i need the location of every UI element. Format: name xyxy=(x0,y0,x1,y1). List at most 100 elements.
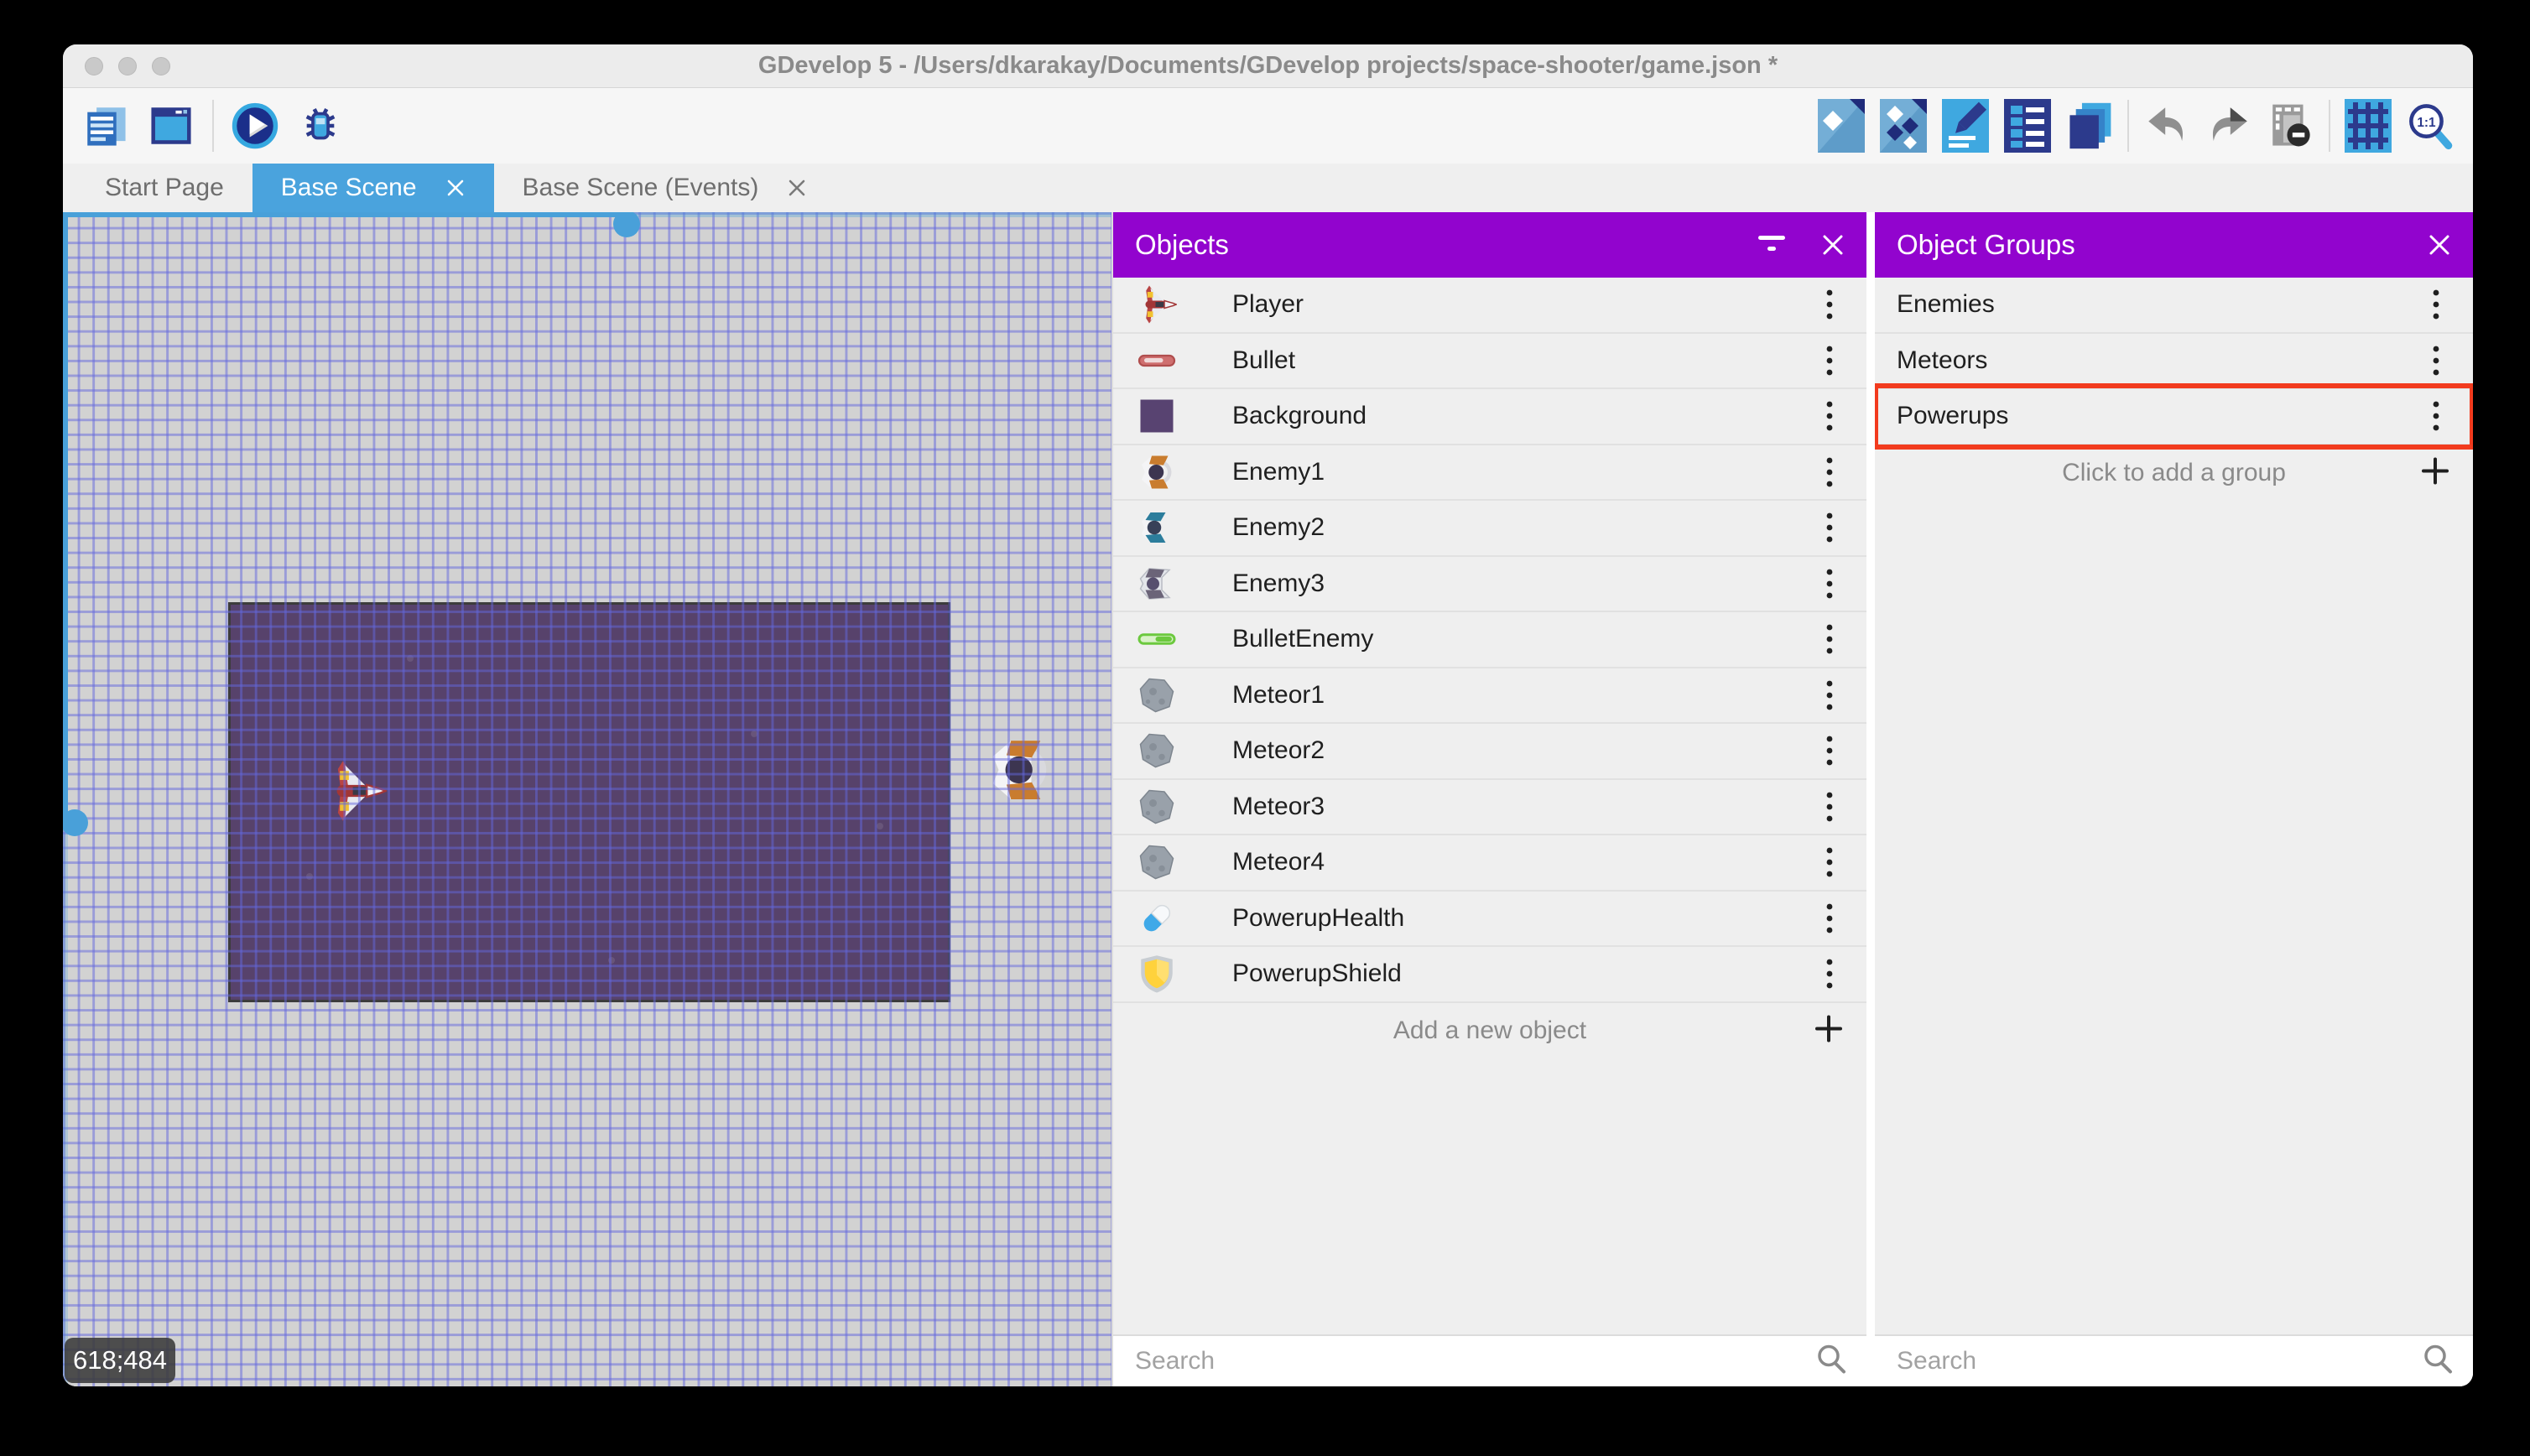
object-row[interactable]: Meteor4 xyxy=(1113,835,1866,892)
search-icon xyxy=(2421,1343,2455,1381)
object-menu-button[interactable] xyxy=(1814,840,1845,884)
close-tab-icon[interactable] xyxy=(445,178,466,198)
object-name: Enemy2 xyxy=(1232,513,1325,542)
group-row[interactable]: Enemies xyxy=(1875,278,2473,334)
close-tab-icon[interactable] xyxy=(787,178,807,198)
tab-base-scene-events[interactable]: Base Scene (Events) xyxy=(494,164,836,212)
enemy-ship-sprite[interactable] xyxy=(984,732,1056,808)
object-name: PowerupShield xyxy=(1232,959,1402,988)
object-name: PowerupHealth xyxy=(1232,903,1405,932)
properties-icon[interactable] xyxy=(1941,99,1990,153)
preview-play-icon[interactable] xyxy=(231,99,279,153)
objects-panel-icon[interactable] xyxy=(1817,99,1866,153)
scene-horizontal-scrollbar[interactable] xyxy=(63,212,1111,237)
object-row[interactable]: PowerupShield xyxy=(1113,947,1866,1003)
project-manager-icon[interactable] xyxy=(81,99,130,153)
add-object-button[interactable]: Add a new object xyxy=(1113,1003,1866,1059)
object-menu-button[interactable] xyxy=(1814,394,1845,438)
start-page-icon[interactable] xyxy=(147,99,195,153)
group-name: Meteors xyxy=(1897,346,1988,374)
meteor-icon xyxy=(1135,673,1179,717)
group-menu-button[interactable] xyxy=(2421,339,2451,382)
layers-icon[interactable] xyxy=(2065,99,2114,153)
vertical-scroll-thumb[interactable] xyxy=(63,809,88,836)
traffic-lights xyxy=(85,57,170,75)
object-row[interactable]: Background xyxy=(1113,389,1866,445)
object-menu-button[interactable] xyxy=(1814,283,1845,326)
objects-search-input[interactable] xyxy=(1113,1336,1866,1386)
grid-icon[interactable] xyxy=(2344,99,2392,153)
object-groups-panel: Object Groups Enemies Meteors Powerups Cli… xyxy=(1875,212,2473,1386)
tab-start-page[interactable]: Start Page xyxy=(76,164,252,212)
object-name: BulletEnemy xyxy=(1232,625,1374,653)
object-menu-button[interactable] xyxy=(1814,673,1845,717)
player-ship-sprite[interactable] xyxy=(323,756,389,826)
tab-base-scene[interactable]: Base Scene xyxy=(252,164,494,212)
search-icon xyxy=(1814,1343,1848,1381)
object-row[interactable]: Enemy1 xyxy=(1113,445,1866,501)
background-square-icon xyxy=(1135,394,1179,438)
toolbar-separator xyxy=(2329,100,2330,152)
cursor-coordinates-badge: 618;484 xyxy=(65,1338,175,1383)
zoom-1-1-icon[interactable]: 1:1 xyxy=(2406,99,2455,153)
object-menu-button[interactable] xyxy=(1814,506,1845,549)
undo-icon[interactable] xyxy=(2142,99,2191,153)
minimize-window-button[interactable] xyxy=(118,57,137,75)
groups-search-bar xyxy=(1875,1334,2473,1386)
enemy-ship-teal-icon xyxy=(1135,506,1179,549)
object-menu-button[interactable] xyxy=(1814,729,1845,772)
close-object-groups-panel-icon[interactable] xyxy=(2428,233,2451,257)
groups-search-input[interactable] xyxy=(1875,1336,2473,1386)
window-mask-icon[interactable] xyxy=(2267,99,2315,153)
object-menu-button[interactable] xyxy=(1814,562,1845,606)
object-menu-button[interactable] xyxy=(1814,952,1845,996)
meteor-icon xyxy=(1135,729,1179,772)
close-objects-panel-icon[interactable] xyxy=(1821,233,1845,257)
redo-icon[interactable] xyxy=(2205,99,2253,153)
filter-icon[interactable] xyxy=(1757,234,1786,256)
object-menu-button[interactable] xyxy=(1814,450,1845,494)
object-row[interactable]: Meteor1 xyxy=(1113,668,1866,724)
object-groups-icon[interactable] xyxy=(1879,99,1928,153)
debug-icon[interactable] xyxy=(296,99,345,153)
scene-vertical-scrollbar[interactable] xyxy=(63,212,88,1386)
object-menu-button[interactable] xyxy=(1814,339,1845,382)
group-row[interactable]: Meteors xyxy=(1875,333,2473,389)
group-menu-button[interactable] xyxy=(2421,283,2451,326)
objects-panel-title: Objects xyxy=(1135,229,1229,260)
objects-panel-header: Objects xyxy=(1113,212,1866,278)
player-ship-icon xyxy=(1135,283,1179,326)
tab-label: Start Page xyxy=(105,174,224,201)
object-row[interactable]: Meteor2 xyxy=(1113,724,1866,780)
maximize-window-button[interactable] xyxy=(152,57,170,75)
object-row[interactable]: PowerupHealth xyxy=(1113,891,1866,947)
group-row[interactable]: Powerups xyxy=(1875,383,2473,449)
object-menu-button[interactable] xyxy=(1814,897,1845,940)
close-window-button[interactable] xyxy=(85,57,103,75)
add-group-button[interactable]: Click to add a group xyxy=(1875,445,2473,502)
toolbar-separator xyxy=(212,100,214,152)
object-row[interactable]: BulletEnemy xyxy=(1113,612,1866,668)
group-name: Enemies xyxy=(1897,290,1995,319)
object-row[interactable]: Bullet xyxy=(1113,333,1866,389)
object-row[interactable]: Meteor3 xyxy=(1113,779,1866,835)
objects-panel: Objects Player Bullet Background Enemy1 Enem… xyxy=(1111,212,1866,1386)
object-menu-button[interactable] xyxy=(1814,785,1845,829)
object-menu-button[interactable] xyxy=(1814,617,1845,661)
health-pill-icon xyxy=(1135,897,1179,940)
object-groups-panel-title: Object Groups xyxy=(1897,229,2075,260)
object-row[interactable]: Enemy2 xyxy=(1113,501,1866,557)
object-row[interactable]: Enemy3 xyxy=(1113,556,1866,612)
instances-list-icon[interactable] xyxy=(2003,99,2052,153)
bullet-red-icon xyxy=(1135,339,1179,382)
object-row[interactable]: Player xyxy=(1113,278,1866,334)
enemy-ship-orange-icon xyxy=(1135,450,1179,494)
group-list: Enemies Meteors Powerups xyxy=(1875,278,2473,449)
horizontal-scroll-thumb[interactable] xyxy=(613,212,640,237)
toolbar-separator xyxy=(2127,100,2129,152)
meteor-icon xyxy=(1135,785,1179,829)
object-name: Background xyxy=(1232,402,1367,430)
group-menu-button[interactable] xyxy=(2421,394,2451,438)
scene-editor-canvas[interactable]: 618;484 xyxy=(63,212,1111,1386)
panel-divider[interactable] xyxy=(1866,212,1875,1386)
